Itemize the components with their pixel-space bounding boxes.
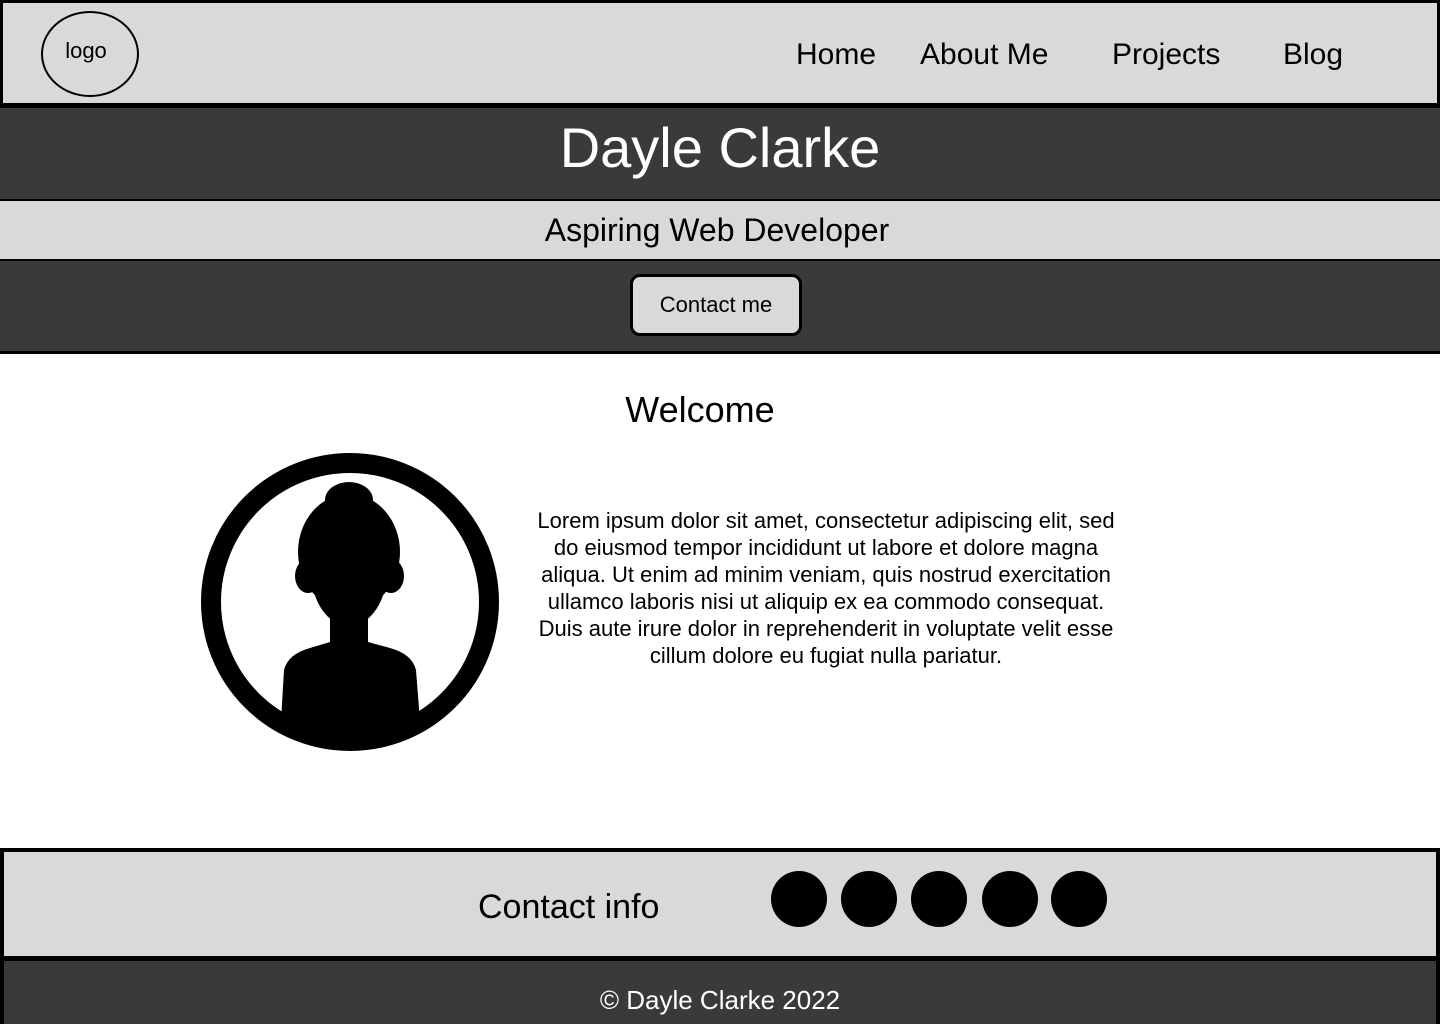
intro-paragraph: Lorem ipsum dolor sit amet, consectetur … [537,508,1115,668]
hero-subtitle-banner: Aspiring Web Developer [0,199,1440,261]
social-icon-3[interactable] [911,871,967,927]
cta-banner: Contact me [0,261,1440,354]
welcome-title: Welcome [625,389,775,430]
nav-link-about-me[interactable]: About Me [920,37,1048,73]
logo-label: logo [65,38,107,63]
hero-subtitle: Aspiring Web Developer [544,212,890,248]
nav-link-projects[interactable]: Projects [1112,37,1220,73]
person-avatar-icon [201,453,499,751]
social-icon-4[interactable] [982,871,1038,927]
social-icon-5[interactable] [1051,871,1107,927]
top-navigation: logo Home About Me Projects Blog [0,0,1440,108]
social-icon-1[interactable] [771,871,827,927]
hero-name-banner: Dayle Clarke [0,108,1440,199]
contact-info-bar: Contact info [0,848,1440,961]
nav-link-home[interactable]: Home [796,37,876,73]
footer: © Dayle Clarke 2022 [0,961,1440,1024]
logo[interactable]: logo [41,11,139,97]
copyright-text: © Dayle Clarke 2022 [599,985,841,1015]
hero-name: Dayle Clarke [559,116,881,179]
social-icon-2[interactable] [841,871,897,927]
contact-info-label: Contact info [478,888,660,926]
contact-me-button[interactable]: Contact me [630,274,802,336]
nav-link-blog[interactable]: Blog [1283,37,1343,73]
